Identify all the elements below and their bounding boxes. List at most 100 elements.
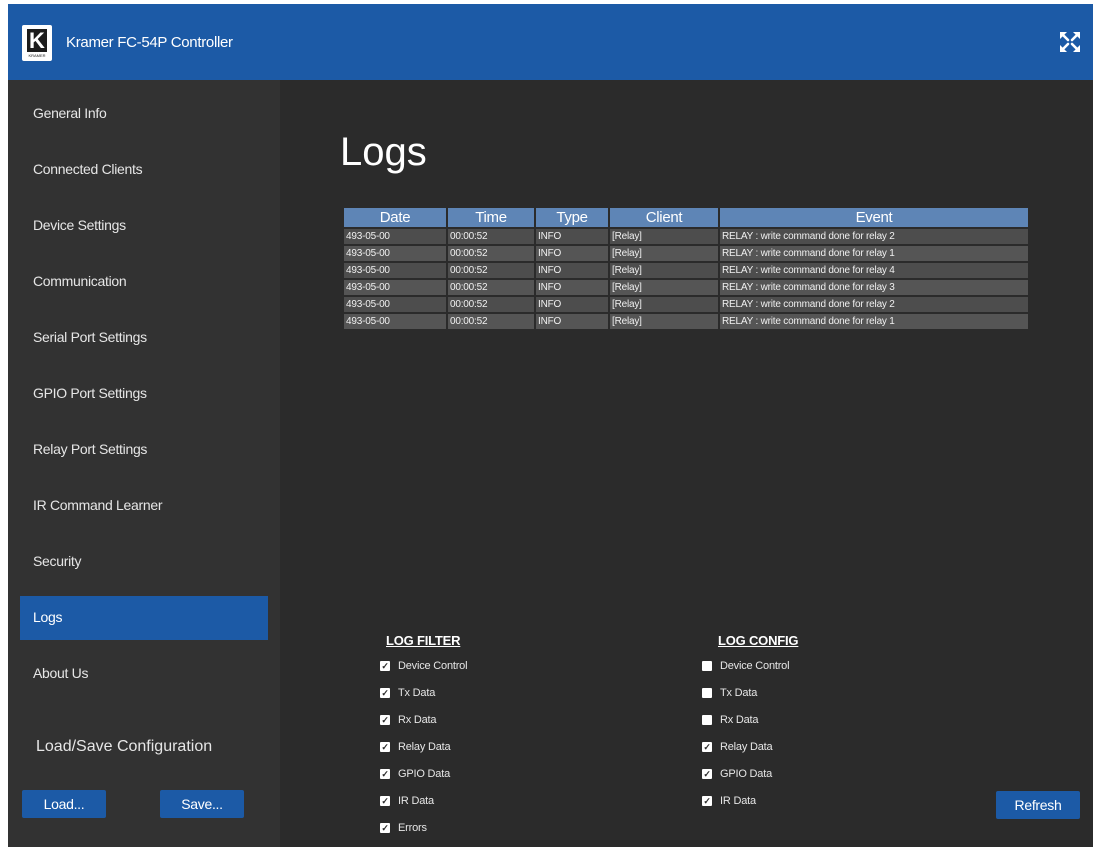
- checkbox-label: Tx Data: [398, 687, 436, 699]
- sidebar-item-label: Serial Port Settings: [33, 329, 147, 345]
- expand-icon[interactable]: [1058, 30, 1082, 54]
- checkmark-icon: ✓: [381, 715, 389, 725]
- cell-time: 00:00:52: [448, 246, 534, 261]
- sidebar-item-label: GPIO Port Settings: [33, 385, 147, 401]
- sidebar-item-label: Relay Port Settings: [33, 441, 148, 457]
- checkbox[interactable]: [702, 688, 712, 698]
- column-header-date[interactable]: Date: [344, 208, 446, 227]
- checkmark-icon: ✓: [703, 769, 711, 779]
- column-header-time[interactable]: Time: [448, 208, 534, 227]
- checkbox[interactable]: [702, 715, 712, 725]
- cell-event: RELAY : write command done for relay 2: [720, 229, 1028, 244]
- checkbox[interactable]: [702, 661, 712, 671]
- cell-date: 493-05-00: [344, 263, 446, 278]
- table-row: 493-05-00 00:00:52 INFO [Relay] RELAY : …: [344, 246, 1028, 261]
- checkbox-label: Rx Data: [720, 714, 759, 726]
- cell-type: INFO: [536, 229, 608, 244]
- kramer-logo: K KRAMER: [22, 25, 52, 61]
- log-config-title: LOG CONFIG: [718, 633, 799, 648]
- sidebar-item-device-settings[interactable]: Device Settings: [20, 204, 268, 248]
- checkbox[interactable]: ✓: [380, 661, 390, 671]
- checkmark-icon: ✓: [381, 661, 389, 671]
- sidebar-item-label: Device Settings: [33, 217, 126, 233]
- checkmark-icon: ✓: [703, 796, 711, 806]
- cell-client: [Relay]: [610, 297, 718, 312]
- cell-date: 493-05-00: [344, 280, 446, 295]
- checkbox-label: Tx Data: [720, 687, 758, 699]
- checkbox-label: Device Control: [398, 660, 468, 672]
- cell-date: 493-05-00: [344, 246, 446, 261]
- logo-letter: K: [29, 28, 45, 53]
- sidebar-item-label: Connected Clients: [33, 161, 143, 177]
- table-header-row: Date Time Type Client Event: [344, 208, 1028, 227]
- cell-time: 00:00:52: [448, 297, 534, 312]
- cell-type: INFO: [536, 314, 608, 329]
- sidebar: General Info Connected Clients Device Se…: [8, 80, 280, 847]
- cell-client: [Relay]: [610, 246, 718, 261]
- cell-event: RELAY : write command done for relay 1: [720, 314, 1028, 329]
- log-filter-title: LOG FILTER: [386, 633, 461, 648]
- page-title: Logs: [340, 130, 427, 174]
- checkbox-label: IR Data: [398, 795, 434, 807]
- checkbox[interactable]: ✓: [380, 823, 390, 833]
- load-button[interactable]: Load...: [22, 790, 106, 818]
- cell-time: 00:00:52: [448, 280, 534, 295]
- column-header-type[interactable]: Type: [536, 208, 608, 227]
- sidebar-item-relay-port-settings[interactable]: Relay Port Settings: [20, 428, 268, 472]
- sidebar-item-connected-clients[interactable]: Connected Clients: [20, 148, 268, 192]
- column-header-event[interactable]: Event: [720, 208, 1028, 227]
- checkbox[interactable]: ✓: [702, 796, 712, 806]
- checkbox-label: IR Data: [720, 795, 756, 807]
- cell-type: INFO: [536, 297, 608, 312]
- checkbox[interactable]: ✓: [380, 742, 390, 752]
- checkmark-icon: ✓: [381, 769, 389, 779]
- sidebar-item-serial-port-settings[interactable]: Serial Port Settings: [20, 316, 268, 360]
- checkbox-label: Errors: [398, 822, 427, 834]
- table-row: 493-05-00 00:00:52 INFO [Relay] RELAY : …: [344, 263, 1028, 278]
- cell-event: RELAY : write command done for relay 2: [720, 297, 1028, 312]
- checkbox[interactable]: ✓: [702, 742, 712, 752]
- main-content: Logs Date Time Type Client Event 493-05-…: [280, 80, 1093, 847]
- table-row: 493-05-00 00:00:52 INFO [Relay] RELAY : …: [344, 229, 1028, 244]
- cell-date: 493-05-00: [344, 297, 446, 312]
- cell-client: [Relay]: [610, 229, 718, 244]
- sidebar-item-label: Security: [33, 553, 82, 569]
- checkbox-label: GPIO Data: [398, 768, 450, 780]
- checkbox[interactable]: ✓: [380, 715, 390, 725]
- sidebar-item-label: About Us: [33, 665, 89, 681]
- sidebar-item-communication[interactable]: Communication: [20, 260, 268, 304]
- checkmark-icon: ✓: [703, 742, 711, 752]
- sidebar-item-logs[interactable]: Logs: [20, 596, 268, 640]
- cell-time: 00:00:52: [448, 229, 534, 244]
- save-button[interactable]: Save...: [160, 790, 244, 818]
- checkbox-label: Relay Data: [720, 741, 773, 753]
- checkbox[interactable]: ✓: [702, 769, 712, 779]
- cell-type: INFO: [536, 280, 608, 295]
- sidebar-item-security[interactable]: Security: [20, 540, 268, 584]
- column-header-client[interactable]: Client: [610, 208, 718, 227]
- sidebar-item-ir-command-learner[interactable]: IR Command Learner: [20, 484, 268, 528]
- checkbox-label: Device Control: [720, 660, 790, 672]
- cell-time: 00:00:52: [448, 314, 534, 329]
- sidebar-item-gpio-port-settings[interactable]: GPIO Port Settings: [20, 372, 268, 416]
- cell-event: RELAY : write command done for relay 4: [720, 263, 1028, 278]
- cell-type: INFO: [536, 246, 608, 261]
- table-row: 493-05-00 00:00:52 INFO [Relay] RELAY : …: [344, 314, 1028, 329]
- table-row: 493-05-00 00:00:52 INFO [Relay] RELAY : …: [344, 297, 1028, 312]
- cell-date: 493-05-00: [344, 229, 446, 244]
- checkbox-label: Relay Data: [398, 741, 451, 753]
- sidebar-item-label: General Info: [33, 105, 107, 121]
- checkbox[interactable]: ✓: [380, 769, 390, 779]
- sidebar-item-general-info[interactable]: General Info: [20, 92, 268, 136]
- cell-client: [Relay]: [610, 280, 718, 295]
- refresh-button[interactable]: Refresh: [996, 791, 1080, 819]
- checkbox[interactable]: ✓: [380, 688, 390, 698]
- table-row: 493-05-00 00:00:52 INFO [Relay] RELAY : …: [344, 280, 1028, 295]
- checkmark-icon: ✓: [381, 823, 389, 833]
- sidebar-item-about-us[interactable]: About Us: [20, 652, 268, 696]
- app-title: Kramer FC-54P Controller: [66, 34, 233, 51]
- checkbox[interactable]: ✓: [380, 796, 390, 806]
- sidebar-item-label: Communication: [33, 273, 127, 289]
- cell-time: 00:00:52: [448, 263, 534, 278]
- logo-brand: KRAMER: [28, 53, 46, 58]
